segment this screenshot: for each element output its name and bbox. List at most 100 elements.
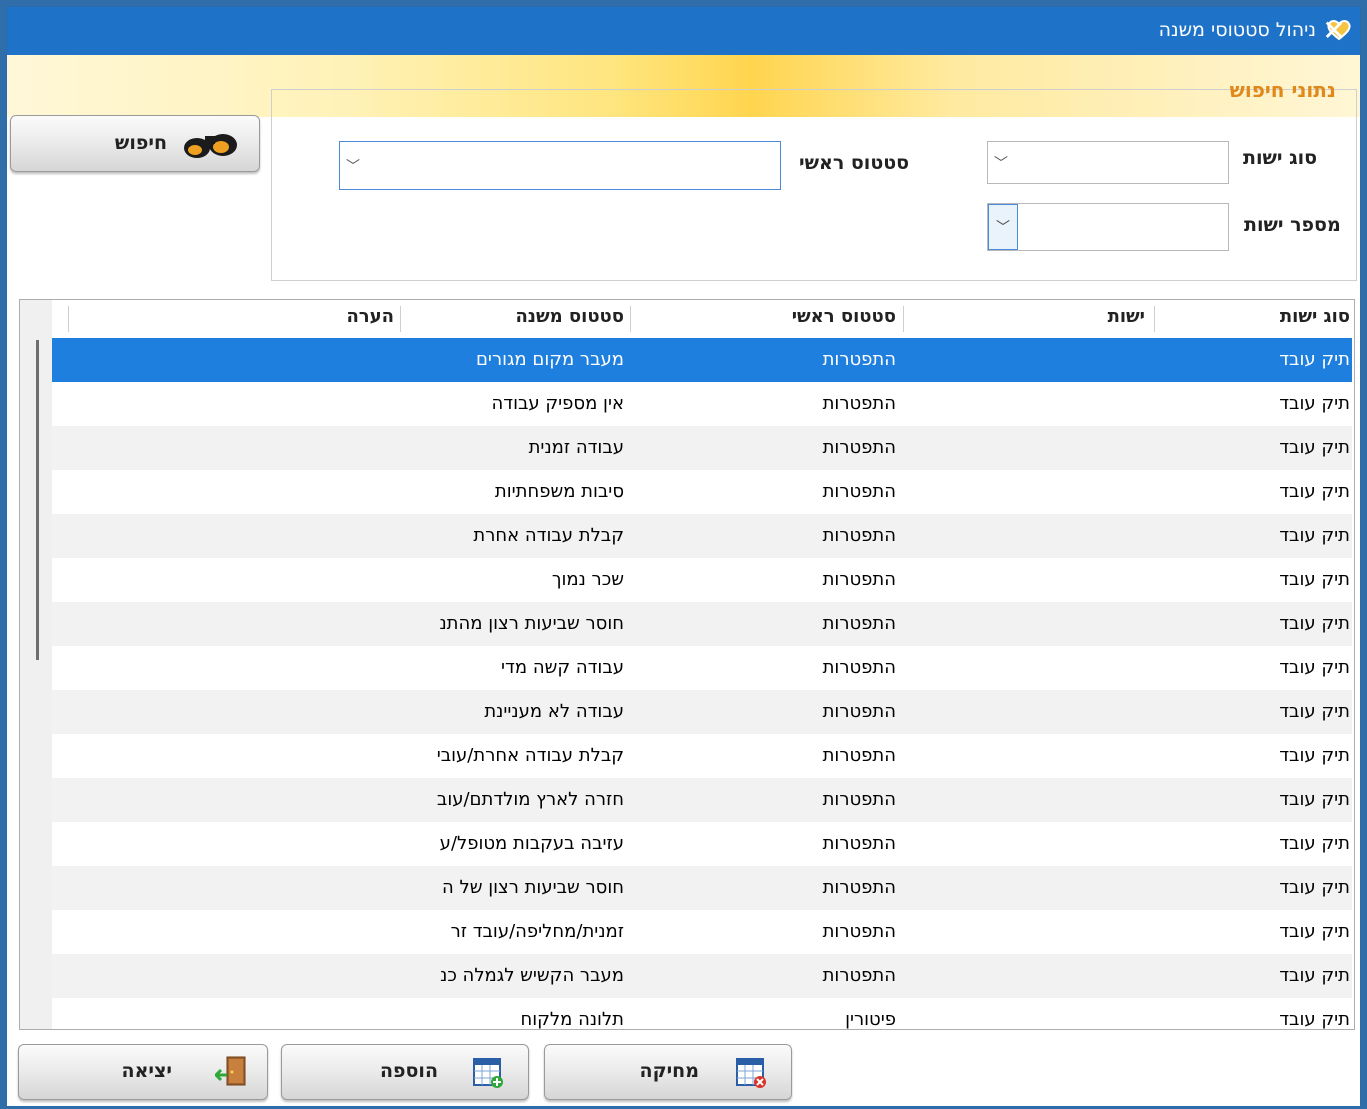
table-row[interactable]: תיק עובד התפטרות קבלת עבודה אחרת [52,514,1352,558]
vertical-scrollbar[interactable] [20,300,52,1029]
cell-entity-type: תיק עובד [1279,657,1350,678]
cell-main-status: התפטרות [822,569,896,590]
grid-delete-icon [736,1058,766,1088]
table-row[interactable]: תיק עובד התפטרות עבודה לא מעניינת [52,690,1352,734]
column-header-note[interactable]: הערה [346,306,394,338]
cell-entity-type: תיק עובד [1279,349,1350,370]
cell-sub-status: חוסר שביעות רצון של ה [442,877,624,898]
cell-main-status: התפטרות [822,701,896,722]
cell-entity-type: תיק עובד [1279,393,1350,414]
grid-add-icon [473,1058,503,1088]
table-row[interactable]: תיק עובד התפטרות מעבר מקום מגורים [52,338,1352,382]
cell-sub-status: אין מספיק עבודה [491,393,624,414]
cell-entity-type: תיק עובד [1279,1009,1350,1030]
search-legend: נתוני חיפוש [1229,78,1336,102]
exit-door-icon [215,1056,246,1086]
add-button[interactable]: הוספה [281,1044,529,1100]
column-header-entity[interactable]: ישות [1108,306,1145,338]
entity-number-dropdown-button[interactable]: ﹀ [988,204,1018,250]
cell-sub-status: קבלת עבודה אחרת [473,525,624,546]
cell-sub-status: מעבר הקשיש לגמלה כנ [440,965,624,986]
delete-button-label: מחיקה [639,1060,699,1082]
table-row[interactable]: תיק עובד התפטרות עבודה קשה מדי [52,646,1352,690]
cell-main-status: התפטרות [822,965,896,986]
cell-entity-type: תיק עובד [1279,701,1350,722]
chevron-down-icon: ﹀ [996,220,1010,236]
cell-sub-status: עבודה זמנית [528,437,624,458]
results-grid[interactable]: סוג ישות ישות סטטוס ראשי סטטוס משנה הערה… [19,299,1355,1030]
main-window: ניהול סטטוסי משנה ✕ נתוני חיפוש סוג ישות… [6,6,1361,1107]
column-header-sub-status[interactable]: סטטוס משנה [515,306,624,338]
table-row[interactable]: תיק עובד התפטרות חוסר שביעות רצון של ה [52,866,1352,910]
cell-main-status: פיטורין [845,1009,896,1030]
table-row[interactable]: תיק עובד התפטרות עבודה זמנית [52,426,1352,470]
cell-entity-type: תיק עובד [1279,789,1350,810]
cell-main-status: התפטרות [822,833,896,854]
entity-number-combo[interactable]: ﹀ [987,203,1229,251]
cell-main-status: התפטרות [822,481,896,502]
cell-sub-status: שכר נמוך [551,569,624,590]
cell-entity-type: תיק עובד [1279,569,1350,590]
entity-type-combo[interactable]: ﹀ [987,141,1229,184]
column-header-main-status[interactable]: סטטוס ראשי [792,306,896,338]
table-row[interactable]: תיק עובד התפטרות חוסר שביעות רצון מהתנ [52,602,1352,646]
column-separator [68,306,69,332]
cell-sub-status: סיבות משפחתיות [494,481,624,502]
add-button-label: הוספה [379,1060,438,1082]
title-bar: ניהול סטטוסי משנה ✕ [7,7,1360,55]
cell-entity-type: תיק עובד [1279,833,1350,854]
exit-button[interactable]: יציאה [18,1044,268,1100]
cell-main-status: התפטרות [822,525,896,546]
table-row[interactable]: תיק עובד התפטרות עזיבה בעקבות מטופל/ע [52,822,1352,866]
window-title: ניהול סטטוסי משנה [1158,19,1316,41]
column-separator [1154,306,1155,332]
cell-main-status: התפטרות [822,877,896,898]
cell-main-status: התפטרות [822,437,896,458]
delete-button[interactable]: מחיקה [544,1044,792,1100]
search-button-label: חיפוש [114,132,167,154]
cell-entity-type: תיק עובד [1279,613,1350,634]
cell-entity-type: תיק עובד [1279,437,1350,458]
table-row[interactable]: תיק עובד התפטרות אין מספיק עבודה [52,382,1352,426]
cell-main-status: התפטרות [822,921,896,942]
cell-sub-status: עבודה קשה מדי [501,657,624,678]
entity-type-label: סוג ישות [1243,147,1318,169]
cell-entity-type: תיק עובד [1279,877,1350,898]
cell-main-status: התפטרות [822,745,896,766]
column-separator [630,306,631,332]
chevron-down-icon[interactable]: ﹀ [994,153,1008,173]
binoculars-icon [184,134,237,158]
scrollbar-thumb[interactable] [36,340,39,660]
table-row[interactable]: תיק עובד התפטרות סיבות משפחתיות [52,470,1352,514]
cell-sub-status: חזרה לארץ מולדתם/עוב [436,789,624,810]
table-row[interactable]: תיק עובד התפטרות שכר נמוך [52,558,1352,602]
cell-sub-status: זמנית/מחליפה/עובד זר [450,921,624,942]
cell-entity-type: תיק עובד [1279,965,1350,986]
main-status-combo[interactable]: ﹀ [339,141,781,190]
cell-main-status: התפטרות [822,789,896,810]
column-separator [400,306,401,332]
close-icon[interactable]: ✕ [1317,14,1351,48]
table-row[interactable]: תיק עובד התפטרות קבלת עבודה אחרת/עובי [52,734,1352,778]
main-status-label: סטטוס ראשי [799,152,910,174]
exit-button-label: יציאה [121,1060,172,1082]
table-row[interactable]: תיק עובד התפטרות מעבר הקשיש לגמלה כנ [52,954,1352,998]
cell-entity-type: תיק עובד [1279,481,1350,502]
table-row[interactable]: תיק עובד התפטרות זמנית/מחליפה/עובד זר [52,910,1352,954]
cell-sub-status: חוסר שביעות רצון מהתנ [439,613,624,634]
table-row[interactable]: תיק עובד פיטורין תלונה מלקוח [52,998,1352,1030]
cell-sub-status: עזיבה בעקבות מטופל/ע [439,833,624,854]
cell-sub-status: תלונה מלקוח [520,1009,624,1030]
cell-main-status: התפטרות [822,657,896,678]
cell-sub-status: עבודה לא מעניינת [484,701,624,722]
column-header-entity-type[interactable]: סוג ישות [1280,306,1350,338]
cell-entity-type: תיק עובד [1279,525,1350,546]
chevron-down-icon[interactable]: ﹀ [346,156,360,176]
cell-main-status: התפטרות [822,613,896,634]
grid-rows: תיק עובד התפטרות מעבר מקום מגורים תיק עו… [52,338,1352,1030]
cell-main-status: התפטרות [822,393,896,414]
search-button[interactable]: חיפוש [10,115,260,172]
table-row[interactable]: תיק עובד התפטרות חזרה לארץ מולדתם/עוב [52,778,1352,822]
cell-sub-status: מעבר מקום מגורים [475,349,624,370]
cell-entity-type: תיק עובד [1279,921,1350,942]
